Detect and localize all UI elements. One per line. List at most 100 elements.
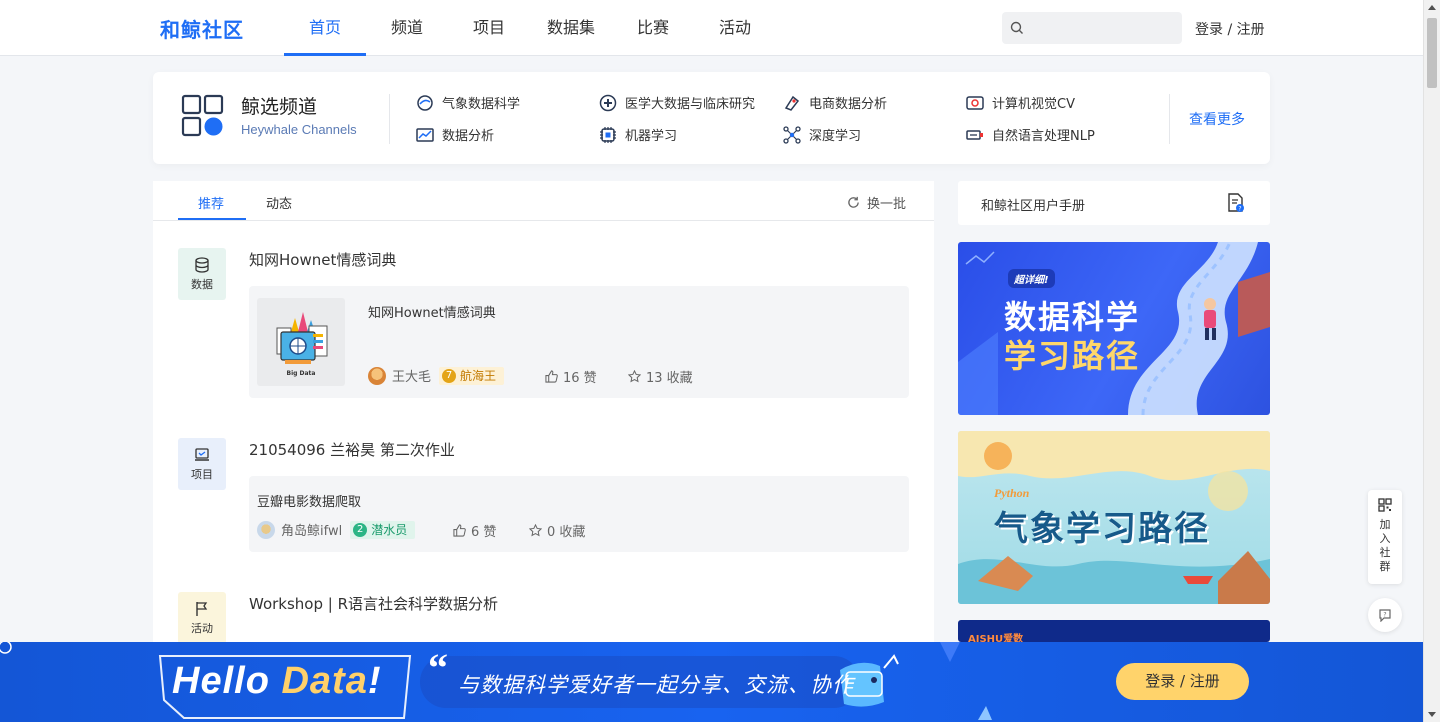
banner-title: 气象学习路径 <box>994 509 1210 549</box>
refresh-batch-button[interactable]: 换一批 <box>847 193 906 212</box>
project-icon <box>195 448 209 461</box>
favorites-count: 13 收藏 <box>646 371 693 386</box>
likes-stat[interactable]: 6 赞 <box>453 521 496 540</box>
level-name: 航海王 <box>460 369 497 383</box>
site-logo[interactable]: 和鲸社区 <box>160 14 244 43</box>
scrollbar-thumb[interactable] <box>1427 18 1437 88</box>
channels-subtitle: Heywhale Channels <box>241 122 357 137</box>
channel-weather-science[interactable]: 气象数据科学 <box>416 93 520 112</box>
promo-login-register-button[interactable]: 登录 / 注册 <box>1116 663 1249 700</box>
channel-ecommerce[interactable]: 电商数据分析 <box>783 93 887 112</box>
post-title[interactable]: 知网Hownet情感词典 <box>249 249 396 270</box>
author-name[interactable]: 角岛鲸ifwl <box>281 520 342 539</box>
level-number: 2 <box>353 522 368 537</box>
banner-tag: 超详细! <box>1008 269 1055 288</box>
active-tab-indicator <box>178 218 246 220</box>
post-title[interactable]: Workshop | R语言社会科学数据分析 <box>249 593 498 614</box>
channels-grid-icon <box>181 94 224 137</box>
favorites-stat[interactable]: 13 收藏 <box>628 367 693 386</box>
channel-machine-learning[interactable]: 机器学习 <box>599 125 677 144</box>
svg-text:?: ? <box>1238 206 1241 213</box>
level-number: 7 <box>442 368 457 383</box>
likes-stat[interactable]: 16 赞 <box>545 367 597 386</box>
avatar[interactable] <box>368 366 386 385</box>
tab-recommended[interactable]: 推荐 <box>198 193 224 212</box>
post-type-badge: 项目 <box>178 438 226 490</box>
quote-mark: “ <box>428 645 448 690</box>
brain-icon <box>600 126 616 143</box>
star-icon <box>628 370 641 383</box>
channel-label: 深度学习 <box>809 129 862 144</box>
post-type-label: 项目 <box>191 468 213 481</box>
divider <box>1169 94 1170 144</box>
thumbs-up-icon <box>453 524 466 537</box>
nav-activities[interactable]: 活动 <box>694 0 776 56</box>
divider <box>389 94 390 144</box>
top-nav-bar: 和鲸社区 首页 频道 项目 数据集 比赛 活动 登录 / 注册 <box>0 0 1423 56</box>
manual-label: 和鲸社区用户手册 <box>981 199 1086 214</box>
hello-data-headline: Hello Data! <box>172 660 382 703</box>
card-title[interactable]: 豆瓣电影数据爬取 <box>257 491 361 510</box>
star-icon <box>529 524 542 537</box>
search-icon <box>1010 21 1023 34</box>
channel-label: 机器学习 <box>625 129 678 144</box>
nlp-icon <box>966 129 983 140</box>
view-more-link[interactable]: 查看更多 <box>1189 109 1245 129</box>
channel-nlp[interactable]: 自然语言处理NLP <box>966 125 1095 144</box>
refresh-label: 换一批 <box>867 197 907 212</box>
banner-title: AISHU爱数 <box>968 634 1024 642</box>
svg-text:?: ? <box>1383 612 1386 619</box>
scroll-up-arrow-icon[interactable] <box>1428 5 1436 10</box>
hello-word: Hello <box>172 660 282 702</box>
user-manual-link[interactable]: 和鲸社区用户手册 ? <box>958 181 1270 225</box>
medical-icon <box>599 94 617 111</box>
feedback-button[interactable]: ? <box>1368 598 1402 632</box>
project-card[interactable]: 豆瓣电影数据爬取 角岛鲸ifwl 2 潜水员 6 赞 0 收藏 <box>249 476 909 552</box>
search-input[interactable] <box>1032 12 1177 44</box>
data-science-path-banner[interactable]: 超详细! 数据科学 学习路径 <box>958 242 1270 415</box>
eye-icon <box>966 95 984 110</box>
qr-code-icon <box>1378 498 1392 512</box>
nav-datasets[interactable]: 数据集 <box>530 0 612 56</box>
card-title[interactable]: 知网Hownet情感词典 <box>368 302 496 321</box>
weather-learning-path-banner[interactable]: Python 气象学习路径 <box>958 431 1270 604</box>
author-name[interactable]: 王大毛 <box>392 366 431 385</box>
nav-channels[interactable]: 频道 <box>366 0 448 56</box>
tab-activity[interactable]: 动态 <box>266 193 292 212</box>
login-register-link[interactable]: 登录 / 注册 <box>1195 19 1265 39</box>
chart-icon <box>416 127 434 142</box>
channel-deep-learning[interactable]: 深度学习 <box>783 125 861 144</box>
aishu-banner[interactable]: AISHU爱数 <box>958 620 1270 642</box>
channels-title: 鲸选频道 <box>241 96 318 118</box>
thumbnail-caption: Big Data <box>286 370 316 377</box>
post-type-label: 活动 <box>191 622 213 635</box>
scroll-down-arrow-icon[interactable] <box>1428 712 1436 717</box>
post-type-badge: 数据 <box>178 248 226 300</box>
channel-data-analysis[interactable]: 数据分析 <box>416 125 494 144</box>
exclamation: ! <box>367 660 382 702</box>
nav-projects[interactable]: 项目 <box>448 0 530 56</box>
page-scrollbar[interactable] <box>1423 0 1440 722</box>
join-community-button[interactable]: 加入社群 <box>1368 490 1402 584</box>
join-community-label: 加入社群 <box>1379 518 1391 573</box>
favorites-count: 0 收藏 <box>547 525 586 540</box>
nav-home[interactable]: 首页 <box>284 0 366 56</box>
main-nav: 首页 频道 项目 数据集 比赛 活动 <box>284 0 776 56</box>
weather-icon <box>417 94 433 111</box>
dataset-card[interactable]: Big Data 知网Hownet情感词典 王大毛 7 航海王 16 赞 13 … <box>249 286 909 398</box>
user-level-badge: 7 航海王 <box>439 366 505 385</box>
post-title[interactable]: 21054096 兰裕昊 第二次作业 <box>249 439 455 460</box>
banner-title-line2: 学习路径 <box>1004 337 1141 375</box>
channel-label: 数据分析 <box>442 129 495 144</box>
likes-count: 16 赞 <box>563 371 597 386</box>
channel-computer-vision[interactable]: 计算机视觉CV <box>966 93 1075 112</box>
channel-label: 气象数据科学 <box>442 97 521 112</box>
favorites-stat[interactable]: 0 收藏 <box>529 521 585 540</box>
feed-tabs: 推荐 动态 换一批 <box>153 181 934 221</box>
dataset-thumbnail[interactable]: Big Data <box>257 298 345 386</box>
nav-competitions[interactable]: 比赛 <box>612 0 694 56</box>
level-name: 潜水员 <box>371 523 408 537</box>
post-type-label: 数据 <box>191 278 213 291</box>
channel-medical-bigdata[interactable]: 医学大数据与临床研究 <box>599 93 755 112</box>
avatar[interactable] <box>257 520 275 539</box>
